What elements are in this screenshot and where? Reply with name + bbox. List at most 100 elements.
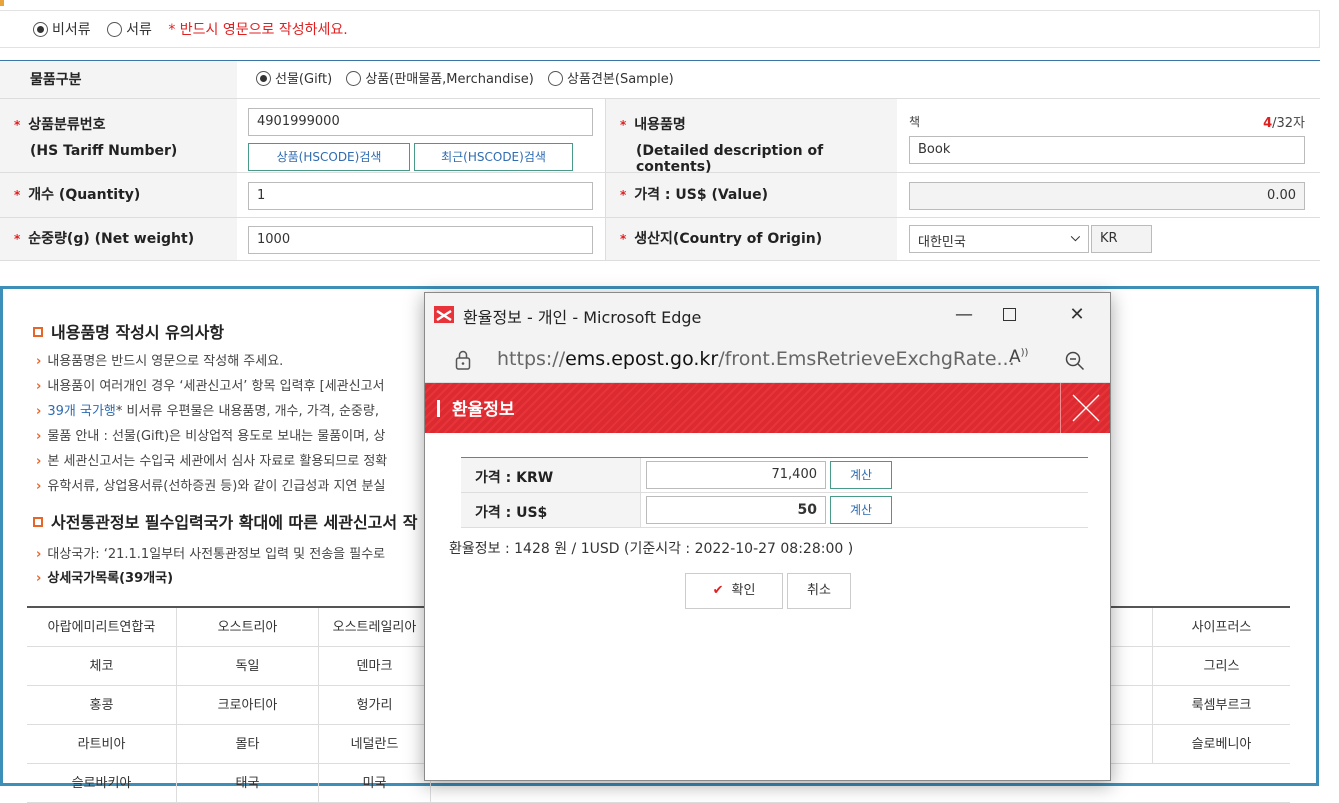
origin-code: KR <box>1091 225 1152 253</box>
usd-row: 가격 : US$ 50 계산 <box>461 493 1088 528</box>
maximize-icon[interactable] <box>989 301 1029 329</box>
doc-type-doc[interactable]: 서류 <box>107 22 152 38</box>
cancel-button[interactable]: 취소 <box>787 573 851 609</box>
table-cell: 오스트리아 <box>177 608 319 647</box>
hs-code-input[interactable]: 4901999000 <box>248 108 593 136</box>
contents-sublabel: (Detailed description of contents) <box>636 143 824 175</box>
hs-row: * 상품분류번호 (HS Tariff Number) 4901999000 상품… <box>0 99 1320 175</box>
radio-icon[interactable] <box>107 22 123 37</box>
doc-type-row: 비서류 서류 * 반드시 영문으로 작성하세요. <box>0 10 1320 48</box>
table-cell: 태국 <box>177 764 319 803</box>
radio-icon[interactable] <box>33 22 48 37</box>
usd-calc-button[interactable]: 계산 <box>830 496 892 524</box>
category-merchandise[interactable]: 상품(판매물품,Merchandise) <box>346 71 534 87</box>
hscode-recent-button[interactable]: 최근(HSCODE)검색 <box>414 143 573 171</box>
table-cell: 사이프러스 <box>1152 608 1290 647</box>
square-bullet-icon <box>33 517 43 527</box>
category-gift[interactable]: 선물(Gift) <box>256 71 332 87</box>
table-cell: 그리스 <box>1152 647 1290 686</box>
origin-select[interactable]: 대한민국 ⌵ <box>909 225 1089 253</box>
url-text[interactable]: https://ems.epost.go.kr/front.EmsRetriev… <box>497 348 1015 370</box>
krw-row: 가격 : KRW 71,400 계산 <box>461 458 1088 493</box>
origin-label: 생산지(Country of Origin) <box>634 231 823 247</box>
radio-icon[interactable] <box>548 71 564 86</box>
banner-close-icon[interactable] <box>1060 383 1110 433</box>
contents-counter: 4/32자 <box>1263 116 1305 131</box>
notice-title-2: 사전통관정보 필수입력국가 확대에 따른 세관신고서 작 <box>33 509 417 533</box>
weight-row: * 순중량(g) (Net weight) 1000 * 생산지(Country o… <box>0 218 1320 261</box>
address-bar[interactable]: https://ems.epost.go.kr/front.EmsRetriev… <box>425 337 1110 383</box>
table-cell: 몰타 <box>177 725 319 764</box>
doc-type-nondoc[interactable]: 비서류 <box>33 22 91 38</box>
usd-label: 가격 : US$ <box>461 493 641 527</box>
category-options: 선물(Gift) 상품(판매물품,Merchandise) 상품견본(Sampl… <box>237 61 1320 98</box>
read-aloud-icon[interactable]: A)) <box>1009 347 1028 367</box>
contents-korean: 책 <box>909 115 921 129</box>
category-sample[interactable]: 상품견본(Sample) <box>548 71 674 87</box>
table-cell: 네덜란드 <box>319 725 431 764</box>
price-input[interactable]: 0.00 <box>909 182 1305 210</box>
notice-bullet: 유학서류, 상업용서류(선하증권 등)와 같이 긴급성과 지연 분실 <box>36 475 385 494</box>
krw-input[interactable]: 71,400 <box>646 461 826 489</box>
zoom-out-icon[interactable] <box>1065 351 1085 371</box>
notice-bullet: 39개 국가행* 비서류 우편물은 내용품명, 개수, 가격, 순중량, <box>36 400 379 419</box>
notice-bullet: 본 세관신고서는 수입국 세관에서 심사 자료로 활용되므로 정확 <box>36 450 387 469</box>
table-cell: 아랍에미리트연합국 <box>27 608 177 647</box>
chevron-down-icon: ⌵ <box>1070 230 1080 244</box>
table-cell: 헝가리 <box>319 686 431 725</box>
window-title: 환율정보 - 개인 - Microsoft Edge <box>463 308 702 327</box>
confirm-button[interactable]: ✔ 확인 <box>685 573 783 609</box>
hs-label-cell: * 상품분류번호 (HS Tariff Number) <box>0 99 237 172</box>
origin-label-cell: * 생산지(Country of Origin) <box>605 218 897 260</box>
usd-input[interactable]: 50 <box>646 496 826 524</box>
hscode-search-button[interactable]: 상품(HSCODE)검색 <box>248 143 410 171</box>
weight-label: 순중량(g) (Net weight) <box>28 231 195 247</box>
exchange-rate-popup: 환율정보 - 개인 - Microsoft Edge — ✕ https://e… <box>424 292 1111 781</box>
check-icon: ✔ <box>712 583 724 598</box>
contents-input[interactable]: Book <box>909 136 1305 164</box>
window-titlebar[interactable]: 환율정보 - 개인 - Microsoft Edge — ✕ <box>425 293 1110 337</box>
quantity-label-cell: * 개수 (Quantity) <box>0 173 237 217</box>
table-cell: 미국 <box>319 764 431 803</box>
close-icon[interactable]: ✕ <box>1057 301 1097 329</box>
notice-bullet: 물품 안내 : 선물(Gift)은 비상업적 용도로 보내는 물품이며, 상 <box>36 425 385 444</box>
hs-sublabel: (HS Tariff Number) <box>30 143 178 159</box>
category-label: 물품구분 <box>0 61 237 98</box>
table-cell: 체코 <box>27 647 177 686</box>
price-label: 가격 : US$ (Value) <box>634 187 769 203</box>
table-cell: 오스트레일리아 <box>319 608 431 647</box>
table-cell: 라트비아 <box>27 725 177 764</box>
popup-banner: 환율정보 <box>425 383 1110 433</box>
notice-title-1: 내용품명 작성시 유의사항 <box>33 319 224 343</box>
contents-label-cell: * 내용품명 (Detailed description of contents) <box>605 99 897 175</box>
hs-label: 상품분류번호 <box>28 117 106 133</box>
table-cell: 독일 <box>177 647 319 686</box>
epost-app-icon <box>434 306 454 323</box>
lock-icon <box>455 350 471 370</box>
radio-icon[interactable] <box>346 71 362 86</box>
table-cell: 홍콩 <box>27 686 177 725</box>
notice-bullet: 내용품명은 반드시 영문으로 작성해 주세요. <box>36 350 283 369</box>
section-marker <box>0 0 4 6</box>
notice-bullet: 내용품이 여러개인 경우 ‘세관신고서’ 항목 입력후 [세관신고서 <box>36 375 384 394</box>
radio-icon[interactable] <box>256 71 271 86</box>
table-cell: 슬로바키아 <box>27 764 177 803</box>
notice-bullet: 대상국가: ‘21.1.1일부터 사전통관정보 입력 및 전송을 필수로 <box>36 543 385 562</box>
minimize-icon[interactable]: — <box>944 301 984 329</box>
table-cell: 덴마크 <box>319 647 431 686</box>
krw-label: 가격 : KRW <box>461 458 641 492</box>
krw-calc-button[interactable]: 계산 <box>830 461 892 489</box>
weight-input[interactable]: 1000 <box>248 226 593 254</box>
table-cell: 크로아티아 <box>177 686 319 725</box>
english-notice: * 반드시 영문으로 작성하세요. <box>168 22 348 38</box>
category-row: 물품구분 선물(Gift) 상품(판매물품,Merchandise) 상품견본(… <box>0 61 1320 99</box>
square-bullet-icon <box>33 327 43 337</box>
table-cell: 룩셈부르크 <box>1152 686 1290 725</box>
price-label-cell: * 가격 : US$ (Value) <box>605 173 897 217</box>
quantity-label: 개수 (Quantity) <box>28 187 141 203</box>
country-list-link[interactable]: 상세국가목록(39개국) <box>36 567 173 586</box>
contents-label: 내용품명 <box>634 117 686 133</box>
weight-label-cell: * 순중량(g) (Net weight) <box>0 218 237 260</box>
quantity-input[interactable]: 1 <box>248 182 593 210</box>
popup-title: 환율정보 <box>437 395 515 420</box>
